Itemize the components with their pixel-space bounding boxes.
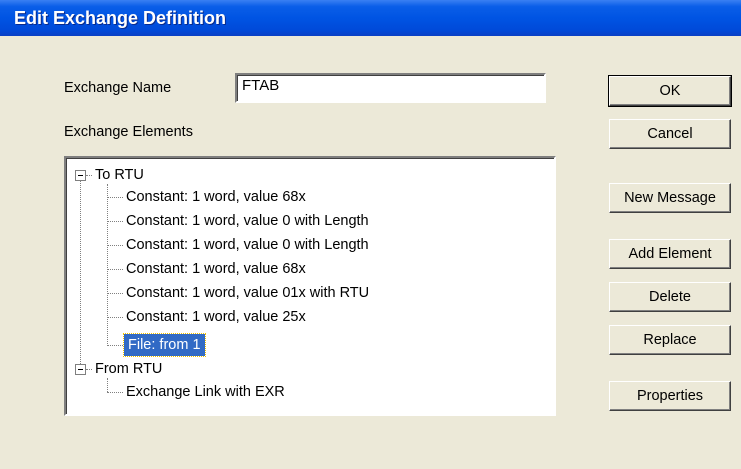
tree-item[interactable]: Constant: 1 word, value 01x with RTU [126, 282, 369, 304]
tree-item[interactable]: Constant: 1 word, value 68x [126, 186, 306, 208]
dialog-title: Edit Exchange Definition [14, 8, 227, 28]
tree-connector [107, 221, 123, 222]
tree-connector [107, 197, 123, 198]
ok-button[interactable]: OK [608, 75, 732, 107]
tree-connector [86, 369, 92, 370]
tree-node-to-rtu[interactable]: To RTU [95, 164, 144, 186]
tree-item[interactable]: Constant: 1 word, value 68x [126, 258, 306, 280]
exchange-elements-label: Exchange Elements [64, 124, 193, 140]
new-message-button[interactable]: New Message [609, 183, 731, 213]
tree-connector [107, 345, 123, 346]
tree-connector [107, 378, 108, 392]
tree-item[interactable]: Constant: 1 word, value 0 with Length [126, 210, 369, 232]
tree-connector [107, 317, 123, 318]
tree-node-from-rtu[interactable]: From RTU [95, 358, 162, 380]
tree-connector [107, 245, 123, 246]
tree-item-selected[interactable]: File: from 1 [123, 333, 206, 357]
properties-button[interactable]: Properties [609, 381, 731, 411]
tree-connector [86, 175, 92, 176]
delete-button[interactable]: Delete [609, 282, 731, 312]
tree-connector [107, 269, 123, 270]
replace-button[interactable]: Replace [609, 325, 731, 355]
collapse-from-rtu-icon[interactable] [75, 364, 86, 375]
cancel-button[interactable]: Cancel [609, 119, 731, 149]
tree-connector [80, 180, 81, 370]
tree-item[interactable]: Exchange Link with EXR [126, 381, 285, 403]
tree-item[interactable]: Constant: 1 word, value 0 with Length [126, 234, 369, 256]
add-element-button[interactable]: Add Element [609, 239, 731, 269]
exchange-name-input[interactable]: FTAB [235, 73, 546, 103]
title-bar[interactable]: Edit Exchange Definition [0, 0, 741, 36]
tree-connector [107, 392, 123, 393]
tree-item[interactable]: Constant: 1 word, value 25x [126, 306, 306, 328]
edit-exchange-dialog: Edit Exchange Definition Exchange Name F… [0, 0, 741, 469]
exchange-elements-tree[interactable]: To RTU Constant: 1 word, value 68x Const… [64, 156, 556, 416]
tree-connector [107, 293, 123, 294]
exchange-name-label: Exchange Name [64, 80, 172, 96]
tree-connector [107, 184, 108, 346]
